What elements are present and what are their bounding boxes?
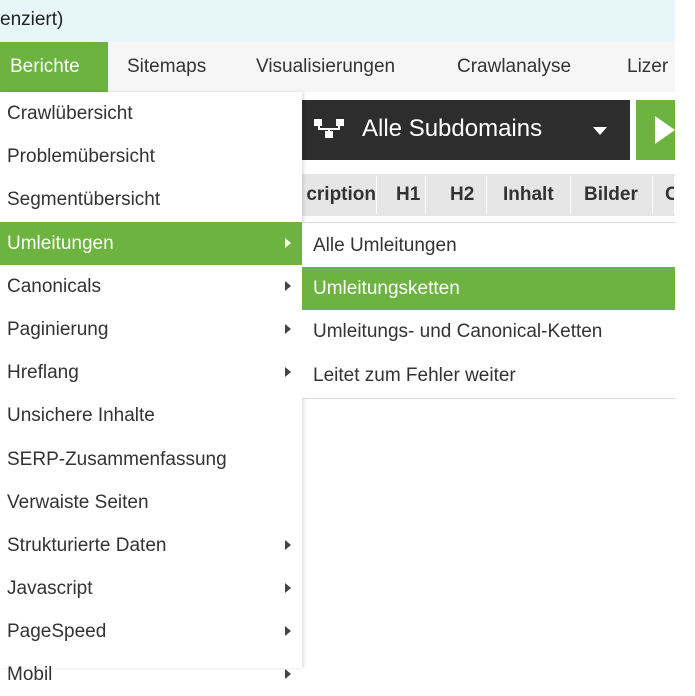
submenu-item-umleitungsketten[interactable]: Umleitungsketten bbox=[302, 267, 675, 310]
submenu-arrow-icon bbox=[285, 367, 291, 377]
menu-crawlanalyse[interactable]: Crawlanalyse bbox=[457, 42, 571, 92]
chevron-down-icon bbox=[593, 127, 607, 135]
tab-bar: cription H1 H2 Inhalt Bilder C bbox=[300, 174, 675, 216]
submenu-arrow-icon bbox=[285, 238, 291, 248]
menu-lizenz[interactable]: Lizer bbox=[627, 42, 668, 92]
submenu-item-label: Leitet zum Fehler weiter bbox=[313, 365, 516, 386]
menu-item-segmentuebersicht[interactable]: Segmentübersicht bbox=[0, 178, 302, 221]
tab-h2[interactable]: H2 bbox=[441, 176, 487, 214]
menu-item-hreflang[interactable]: Hreflang bbox=[0, 351, 302, 394]
menu-item-serp-zusammenfassung[interactable]: SERP-Zusammenfassung bbox=[0, 438, 302, 481]
menu-item-pagespeed[interactable]: PageSpeed bbox=[0, 610, 302, 653]
submenu-arrow-icon bbox=[285, 324, 291, 334]
menu-item-umleitungen[interactable]: Umleitungen bbox=[0, 222, 302, 265]
play-icon bbox=[655, 116, 675, 144]
menu-item-label: PageSpeed bbox=[7, 621, 107, 642]
main-menubar: Berichte Sitemaps Visualisierungen Crawl… bbox=[0, 42, 675, 92]
submenu-arrow-icon bbox=[285, 669, 291, 679]
menu-item-label: SERP-Zusammenfassung bbox=[7, 449, 227, 470]
menu-item-label: Strukturierte Daten bbox=[7, 535, 167, 556]
menu-item-unsichere-inhalte[interactable]: Unsichere Inhalte bbox=[0, 394, 302, 437]
menu-berichte[interactable]: Berichte bbox=[0, 42, 108, 92]
submenu-item-label: Alle Umleitungen bbox=[313, 235, 457, 256]
menu-item-javascript[interactable]: Javascript bbox=[0, 567, 302, 610]
submenu-item-label: Umleitungsketten bbox=[313, 278, 460, 299]
window-edge bbox=[675, 0, 695, 668]
submenu-arrow-icon bbox=[285, 281, 291, 291]
menu-item-label: Paginierung bbox=[7, 319, 109, 340]
window-titlebar: enziert) bbox=[0, 0, 675, 42]
submenu-item-alle-umleitungen[interactable]: Alle Umleitungen bbox=[302, 224, 675, 267]
menu-item-paginierung[interactable]: Paginierung bbox=[0, 308, 302, 351]
tab-bilder[interactable]: Bilder bbox=[577, 176, 653, 214]
umleitungen-submenu: Alle Umleitungen Umleitungsketten Umleit… bbox=[302, 222, 676, 399]
submenu-arrow-icon bbox=[285, 583, 291, 593]
menu-item-problemuebersicht[interactable]: Problemübersicht bbox=[0, 135, 302, 178]
submenu-item-umleitungs-canonical-ketten[interactable]: Umleitungs- und Canonical-Ketten bbox=[302, 310, 675, 353]
menu-item-label: Canonicals bbox=[7, 276, 101, 297]
subdomain-selector[interactable]: Alle Subdomains bbox=[300, 100, 630, 160]
network-icon bbox=[312, 117, 348, 146]
tab-inhalt[interactable]: Inhalt bbox=[495, 176, 571, 214]
menu-item-label: Unsichere Inhalte bbox=[7, 405, 155, 426]
menu-item-label: Verwaiste Seiten bbox=[7, 492, 149, 513]
menu-item-verwaiste-seiten[interactable]: Verwaiste Seiten bbox=[0, 481, 302, 524]
submenu-arrow-icon bbox=[285, 540, 291, 550]
menu-item-label: Problemübersicht bbox=[7, 146, 155, 167]
tab-h1[interactable]: H1 bbox=[386, 176, 426, 214]
menu-item-crawluebersicht[interactable]: Crawlübersicht bbox=[0, 92, 302, 135]
tab-c[interactable]: C bbox=[657, 176, 675, 214]
tab-description[interactable]: cription bbox=[300, 176, 377, 214]
window-title: enziert) bbox=[0, 9, 64, 30]
submenu-item-label: Umleitungs- und Canonical-Ketten bbox=[313, 321, 603, 342]
start-crawl-button[interactable] bbox=[636, 100, 675, 160]
menu-sitemaps[interactable]: Sitemaps bbox=[127, 42, 206, 92]
submenu-arrow-icon bbox=[285, 626, 291, 636]
menu-item-label: Umleitungen bbox=[7, 233, 114, 254]
menu-item-label: Segmentübersicht bbox=[7, 189, 161, 210]
submenu-item-leitet-zum-fehler[interactable]: Leitet zum Fehler weiter bbox=[302, 354, 675, 397]
menu-visualisierungen[interactable]: Visualisierungen bbox=[256, 42, 395, 92]
menu-item-strukturierte-daten[interactable]: Strukturierte Daten bbox=[0, 524, 302, 567]
menu-item-label: Hreflang bbox=[7, 362, 79, 383]
menu-item-label: Mobil bbox=[7, 664, 53, 685]
menu-item-label: Crawlübersicht bbox=[7, 103, 133, 124]
berichte-dropdown: Crawlübersicht Problemübersicht Segmentü… bbox=[0, 92, 302, 685]
menu-item-canonicals[interactable]: Canonicals bbox=[0, 265, 302, 308]
menu-item-mobil[interactable]: Mobil bbox=[0, 653, 302, 696]
subdomain-label: Alle Subdomains bbox=[362, 115, 543, 142]
menu-item-label: Javascript bbox=[7, 578, 93, 599]
